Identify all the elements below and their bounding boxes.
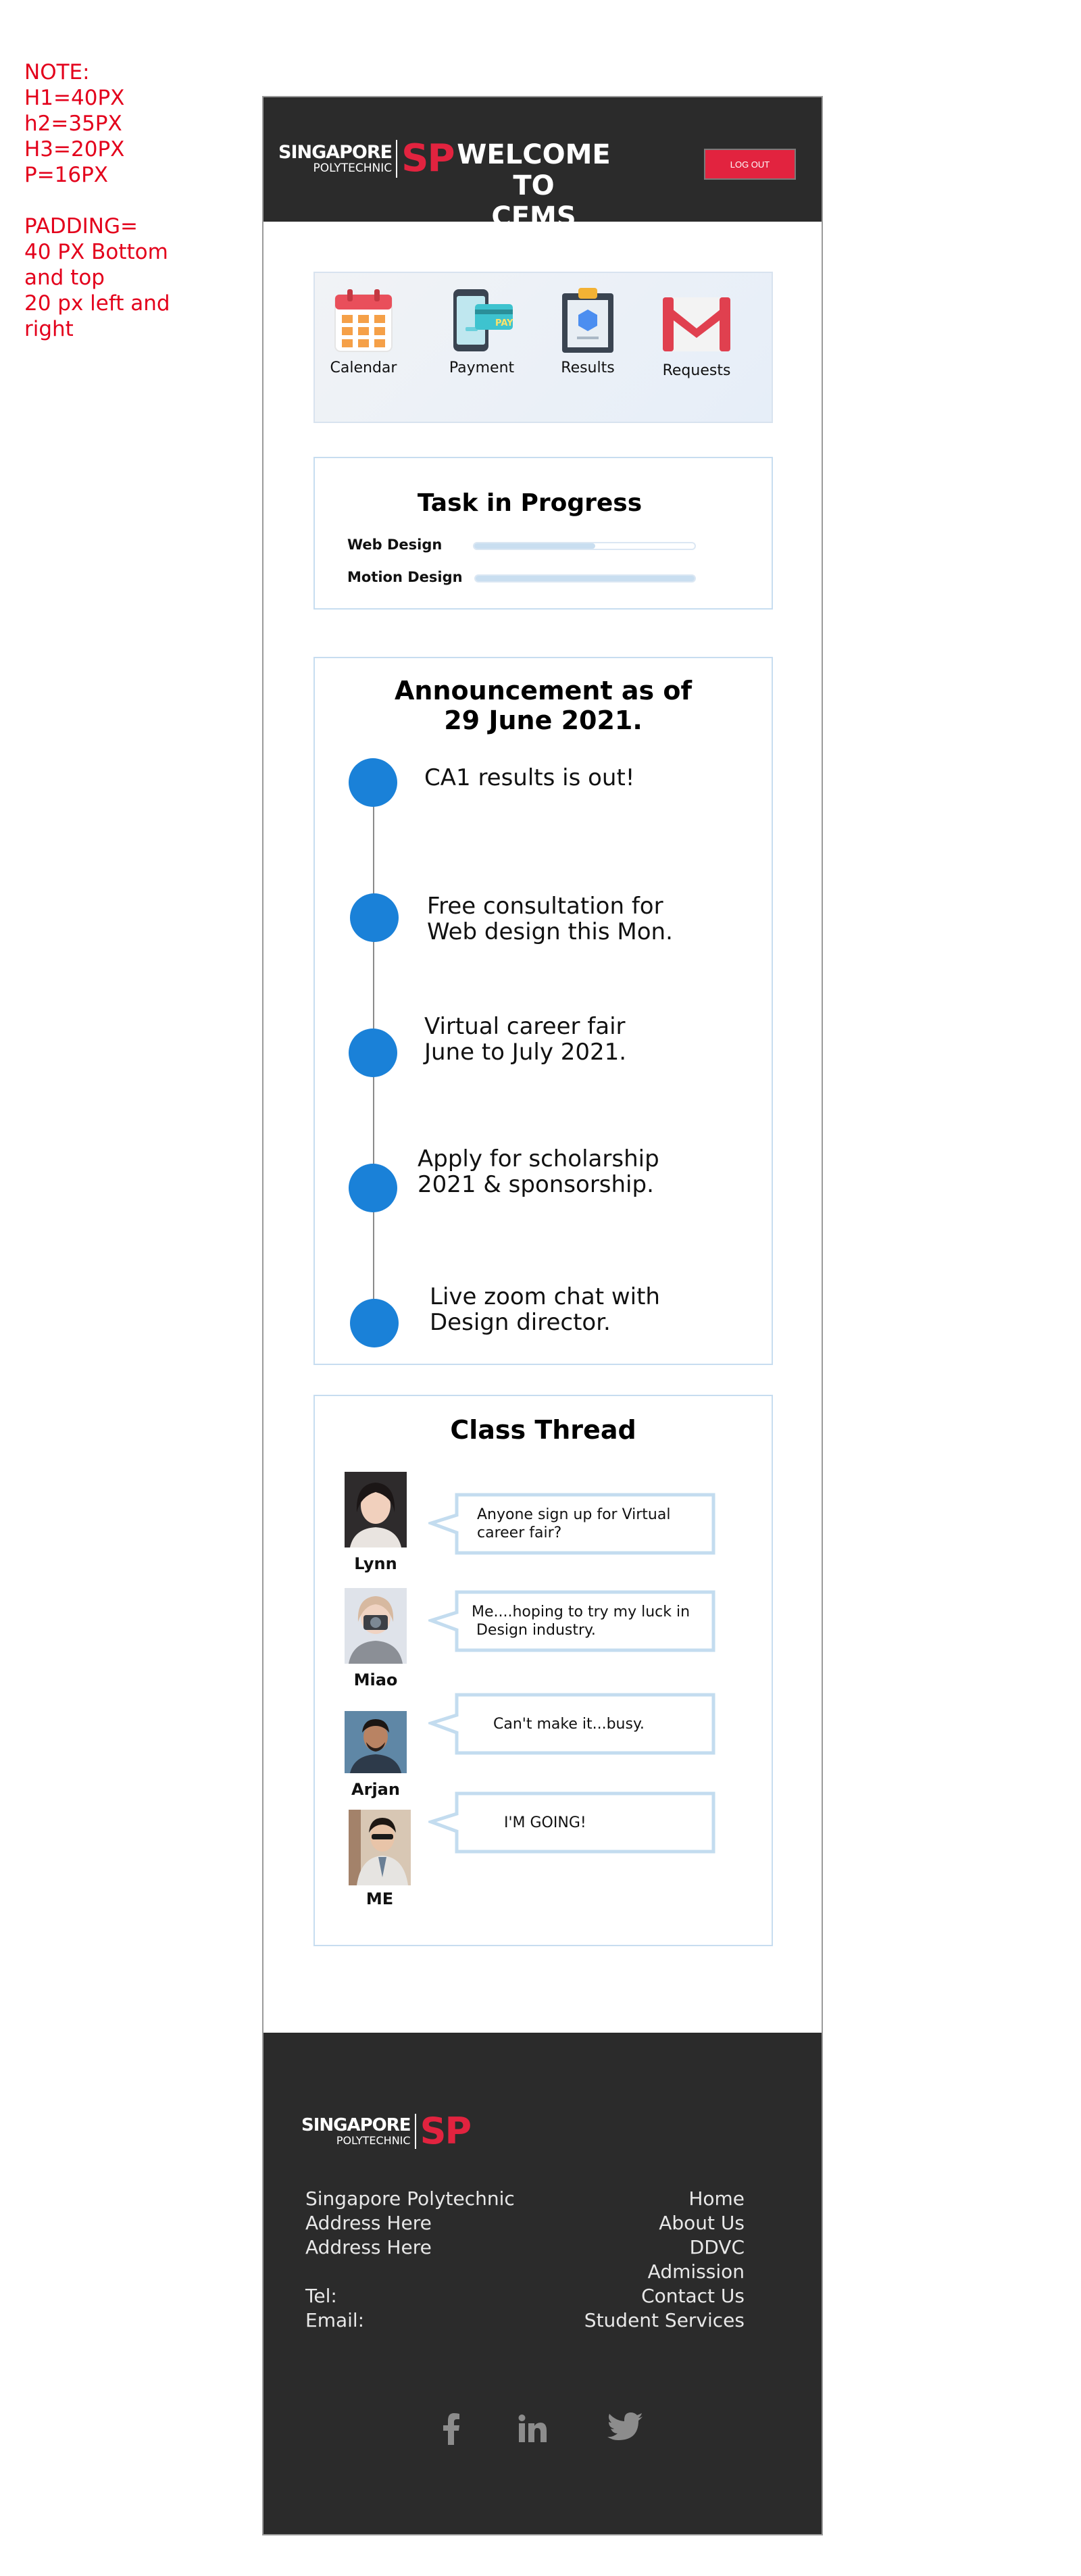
footer: SINGAPORE POLYTECHNIC SP Singapore Polyt… (263, 2033, 822, 2534)
facebook-icon[interactable] (441, 2412, 461, 2448)
logo-text-top: SINGAPORE (301, 2114, 411, 2135)
mail-icon (663, 297, 730, 351)
twitter-icon[interactable] (607, 2412, 643, 2447)
message-text: I'M GOING! (504, 1814, 586, 1831)
quick-link-calendar[interactable]: Calendar (323, 287, 404, 376)
progress-fill (476, 576, 695, 581)
footer-text: Address Here (305, 2212, 432, 2234)
message-text: Anyone sign up for Virtual career fair? (477, 1506, 671, 1541)
message-bubble: Can't make it...busy. (426, 1692, 716, 1759)
class-thread-panel: Class Thread Lynn Anyone sign up for Vir… (313, 1395, 773, 1946)
avatar[interactable] (349, 1810, 411, 1885)
announcement-item[interactable]: Apply for scholarship 2021 & sponsorship. (418, 1146, 659, 1197)
timeline-dot (350, 893, 399, 942)
quick-link-results[interactable]: Results (547, 287, 628, 376)
payment-icon: PAY (453, 289, 513, 351)
announcement-item[interactable]: Virtual career fair June to July 2021. (424, 1014, 626, 1065)
task-panel: Task in Progress Web Design Motion Desig… (313, 457, 773, 610)
note-line: 20 px left and (24, 291, 170, 316)
footer-link-about[interactable]: About Us (568, 2211, 745, 2235)
timeline-dot (350, 1299, 399, 1347)
logo-text-bottom: POLYTECHNIC (336, 2133, 411, 2147)
progress-bar (474, 574, 696, 583)
results-icon (562, 288, 613, 353)
mobile-frame: SINGAPORE POLYTECHNIC SP WELCOME TO CEMS… (262, 96, 823, 2535)
user-name: ME (366, 1889, 394, 1908)
quick-link-requests[interactable]: Requests (646, 292, 747, 379)
quick-link-label: Results (561, 360, 615, 376)
timeline-dot (349, 758, 397, 807)
page-title: WELCOME TO CEMS (457, 139, 611, 232)
logout-button[interactable]: LOG OUT (704, 149, 796, 180)
note-line: H3=20PX (24, 137, 125, 162)
avatar[interactable] (345, 1588, 407, 1664)
message-bubble: Anyone sign up for Virtual career fair? (426, 1492, 716, 1559)
task-label: Motion Design (347, 569, 463, 585)
timeline-dot (349, 1164, 397, 1212)
footer-link-ddvc[interactable]: DDVC (568, 2235, 745, 2260)
note-line: h2=35PX (24, 112, 122, 136)
footer-link-admission[interactable]: Admission (568, 2260, 745, 2284)
quick-link-label: Payment (449, 360, 515, 376)
footer-link-student-services[interactable]: Student Services (568, 2308, 745, 2333)
user-name: Lynn (354, 1554, 397, 1573)
note-line: 40 PX Bottom (24, 240, 168, 264)
footer-address: Singapore Polytechnic Address Here Addre… (305, 2187, 515, 2333)
avatar[interactable] (345, 1711, 407, 1773)
quick-link-label: Calendar (330, 360, 397, 376)
note-line: NOTE: (24, 60, 90, 84)
progress-bar (473, 542, 696, 550)
note-line: P=16PX (24, 163, 109, 187)
svg-text:PAY: PAY (495, 318, 513, 328)
linkedin-icon[interactable] (518, 2414, 547, 2447)
task-label: Web Design (347, 537, 443, 553)
message-text: Can't make it...busy. (493, 1716, 645, 1733)
note-line: PADDING= (24, 214, 138, 239)
user-name: Miao (353, 1670, 398, 1689)
announcement-item[interactable]: Free consultation for Web design this Mon… (427, 893, 673, 945)
quick-links-panel: Calendar PAY Payment Results Requests (313, 272, 773, 423)
footer-logo[interactable]: SINGAPORE POLYTECHNIC SP (301, 2110, 472, 2152)
logo-text-bottom: POLYTECHNIC (313, 161, 393, 175)
quick-link-payment[interactable]: PAY Payment (438, 287, 526, 376)
announcement-item[interactable]: Live zoom chat with Design director. (430, 1284, 660, 1335)
note-line: right (24, 317, 74, 341)
header: SINGAPORE POLYTECHNIC SP WELCOME TO CEMS… (263, 97, 822, 232)
announcement-panel: Announcement as of 29 June 2021. CA1 res… (313, 657, 773, 1365)
footer-link-home[interactable]: Home (568, 2187, 745, 2211)
message-text: Me....hoping to try my luck in Design in… (472, 1604, 690, 1639)
announcement-title: Announcement as of 29 June 2021. (395, 676, 692, 735)
footer-text: Tel: (305, 2285, 337, 2307)
avatar[interactable] (345, 1472, 407, 1547)
logo-text-top: SINGAPORE (278, 141, 393, 163)
task-title: Task in Progress (417, 489, 643, 517)
quick-link-label: Requests (662, 362, 731, 379)
message-bubble: Me....hoping to try my luck in Design in… (426, 1589, 716, 1656)
logo-mark: SP (420, 2110, 472, 2152)
sp-logo[interactable]: SINGAPORE POLYTECHNIC SP (278, 137, 455, 180)
note-line: H1=40PX (24, 86, 125, 110)
footer-text: Singapore Polytechnic (305, 2187, 515, 2210)
timeline-dot (349, 1029, 397, 1077)
footer-links: Home About Us DDVC Admission Contact Us … (568, 2187, 745, 2333)
footer-text: Email: (305, 2309, 365, 2331)
user-name: Arjan (351, 1780, 400, 1799)
note-line: and top (24, 266, 105, 290)
thread-title: Class Thread (450, 1415, 636, 1445)
design-note: NOTE: H1=40PX h2=35PX H3=20PX P=16PX PAD… (24, 59, 227, 342)
calendar-icon (334, 289, 393, 352)
message-bubble: I'M GOING! (426, 1791, 716, 1858)
progress-fill (474, 543, 596, 549)
footer-text (305, 2260, 515, 2284)
announcement-item[interactable]: CA1 results is out! (424, 765, 634, 791)
footer-text: Address Here (305, 2236, 432, 2258)
footer-link-contact[interactable]: Contact Us (568, 2284, 745, 2308)
